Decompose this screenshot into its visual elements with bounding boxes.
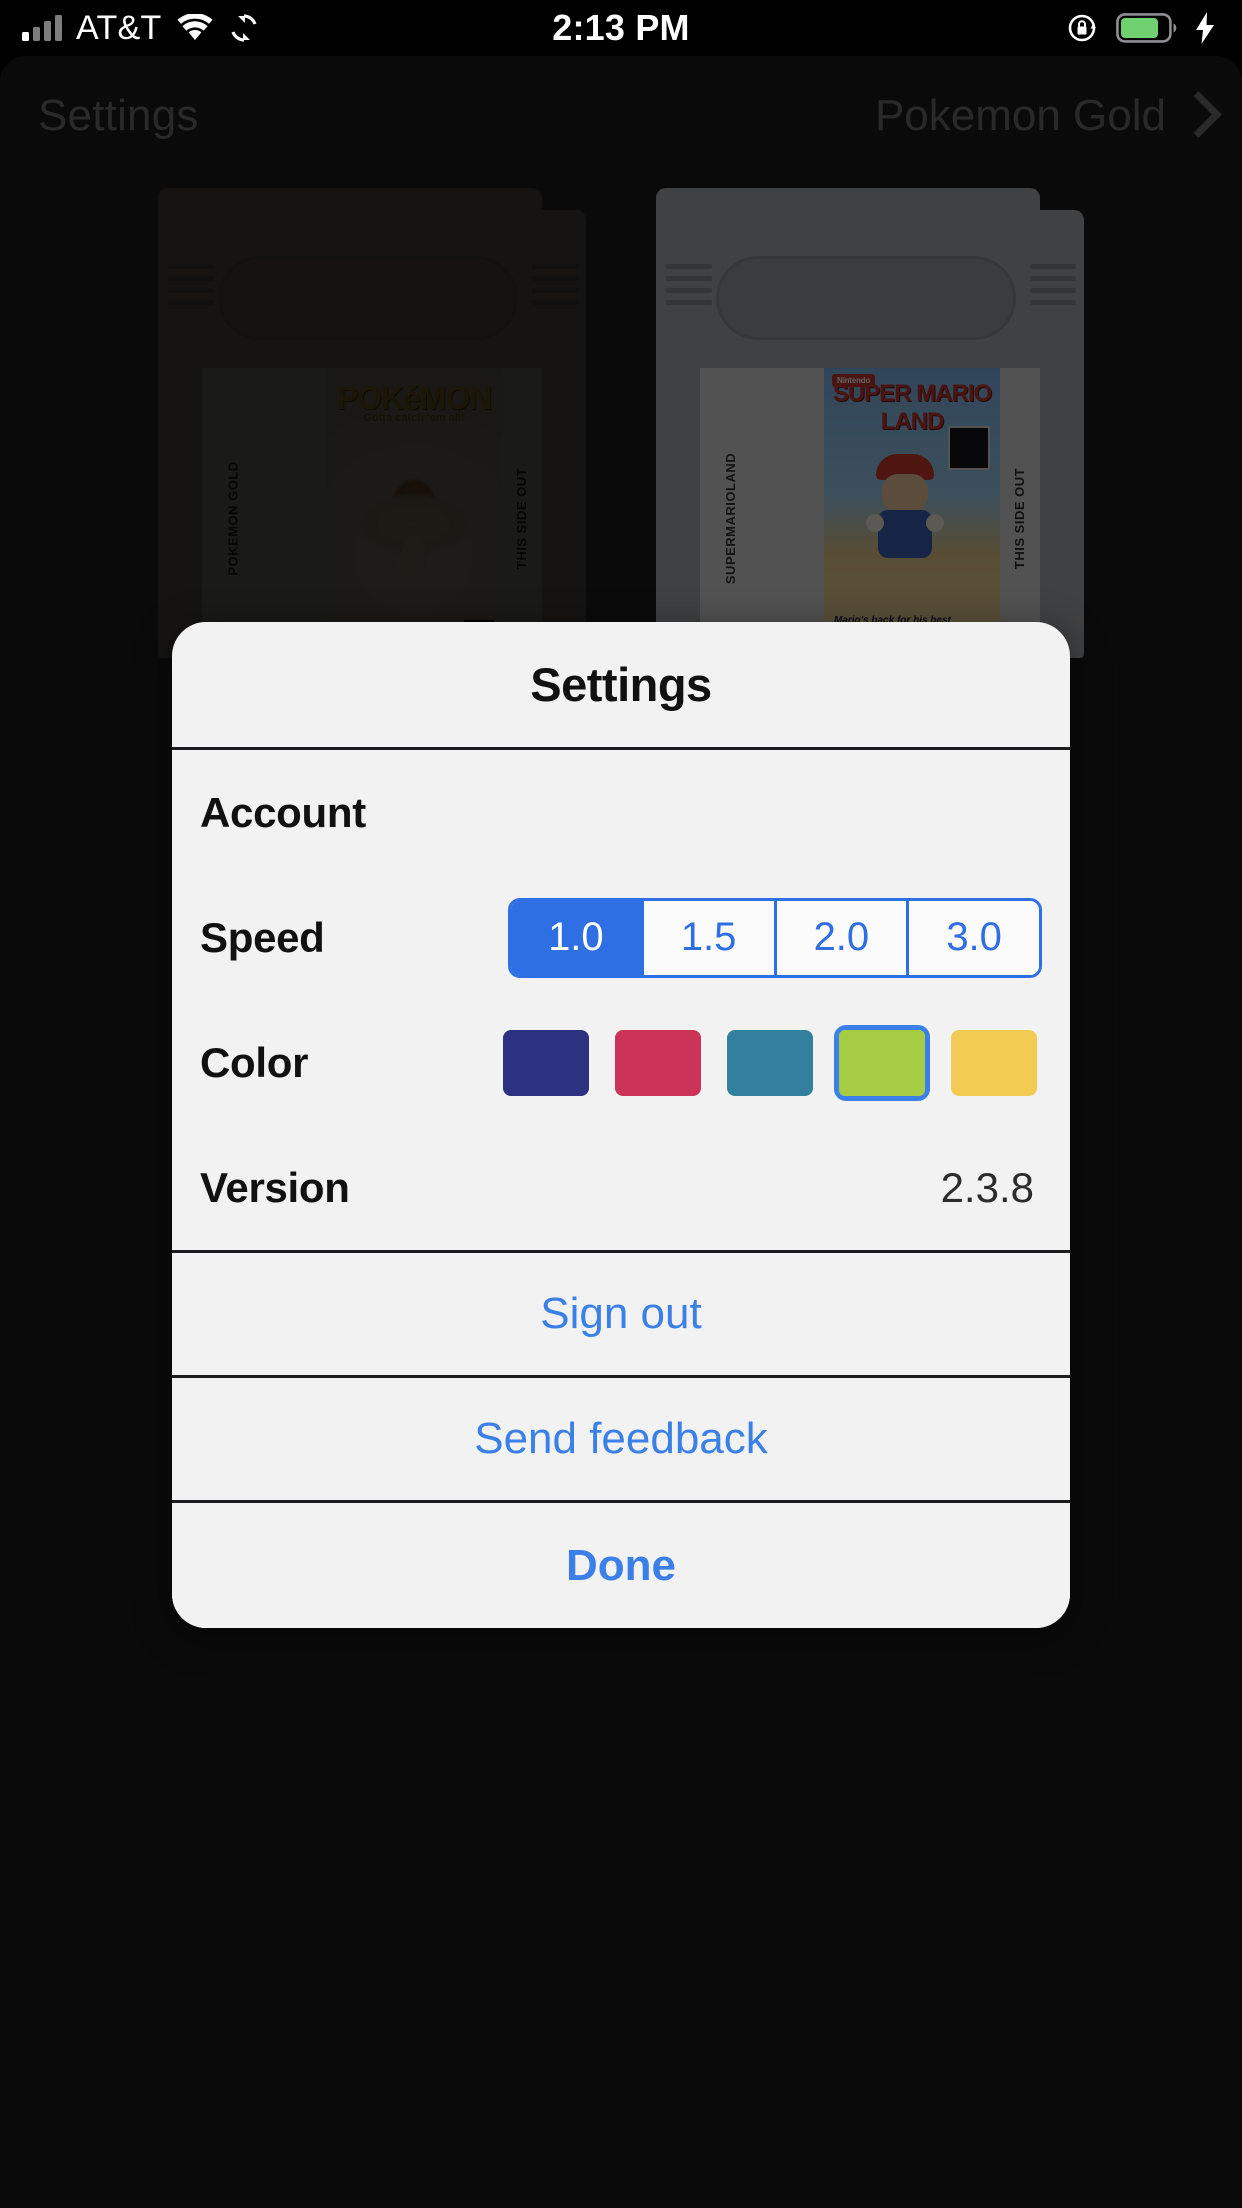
color-swatch-1[interactable] [498,1025,594,1101]
color-swatch-fill [727,1029,813,1096]
done-button[interactable]: Done [172,1503,1070,1628]
rotation-lock-icon [1066,11,1100,45]
color-swatch-group[interactable] [498,1024,1042,1101]
send-feedback-button[interactable]: Send feedback [172,1378,1070,1503]
version-value: 2.3.8 [940,1163,1034,1211]
settings-modal: Settings Account Speed 1.0 1.5 2.0 3.0 C… [172,622,1070,1628]
speed-option-4[interactable]: 3.0 [909,900,1039,975]
battery-icon [1116,13,1178,43]
color-swatch-fill [839,1029,925,1096]
row-version: Version 2.3.8 [172,1125,1070,1250]
modal-header: Settings [172,622,1070,750]
color-swatch-5[interactable] [946,1025,1042,1101]
lightning-bolt-icon [1194,11,1216,45]
modal-title: Settings [530,658,712,711]
speed-segmented-control[interactable]: 1.0 1.5 2.0 3.0 [508,897,1042,978]
row-color: Color [172,1000,1070,1125]
color-swatch-4[interactable] [834,1024,930,1101]
phone-screen: AT&T 2:13 PM Settings Account Speed 1.0 … [0,0,1242,2208]
status-bar: AT&T 2:13 PM [0,0,1242,56]
color-label: Color [200,1038,309,1086]
color-swatch-fill [503,1029,589,1096]
color-swatch-2[interactable] [610,1025,706,1101]
version-label: Version [200,1163,350,1211]
sign-out-button[interactable]: Sign out [172,1253,1070,1378]
color-swatch-fill [951,1029,1037,1096]
speed-option-1[interactable]: 1.0 [511,900,644,975]
status-bar-center: 2:13 PM [0,0,1242,56]
account-label: Account [200,788,366,836]
settings-rows: Account Speed 1.0 1.5 2.0 3.0 Color Vers… [172,750,1070,1253]
color-swatch-fill [615,1029,701,1096]
color-swatch-3[interactable] [722,1025,818,1101]
status-bar-right [1066,0,1216,56]
speed-label: Speed [200,913,325,961]
speed-option-3[interactable]: 2.0 [776,900,910,975]
row-speed: Speed 1.0 1.5 2.0 3.0 [172,875,1070,1000]
speed-option-2[interactable]: 1.5 [643,900,777,975]
clock-label: 2:13 PM [552,7,690,48]
row-account[interactable]: Account [172,750,1070,875]
